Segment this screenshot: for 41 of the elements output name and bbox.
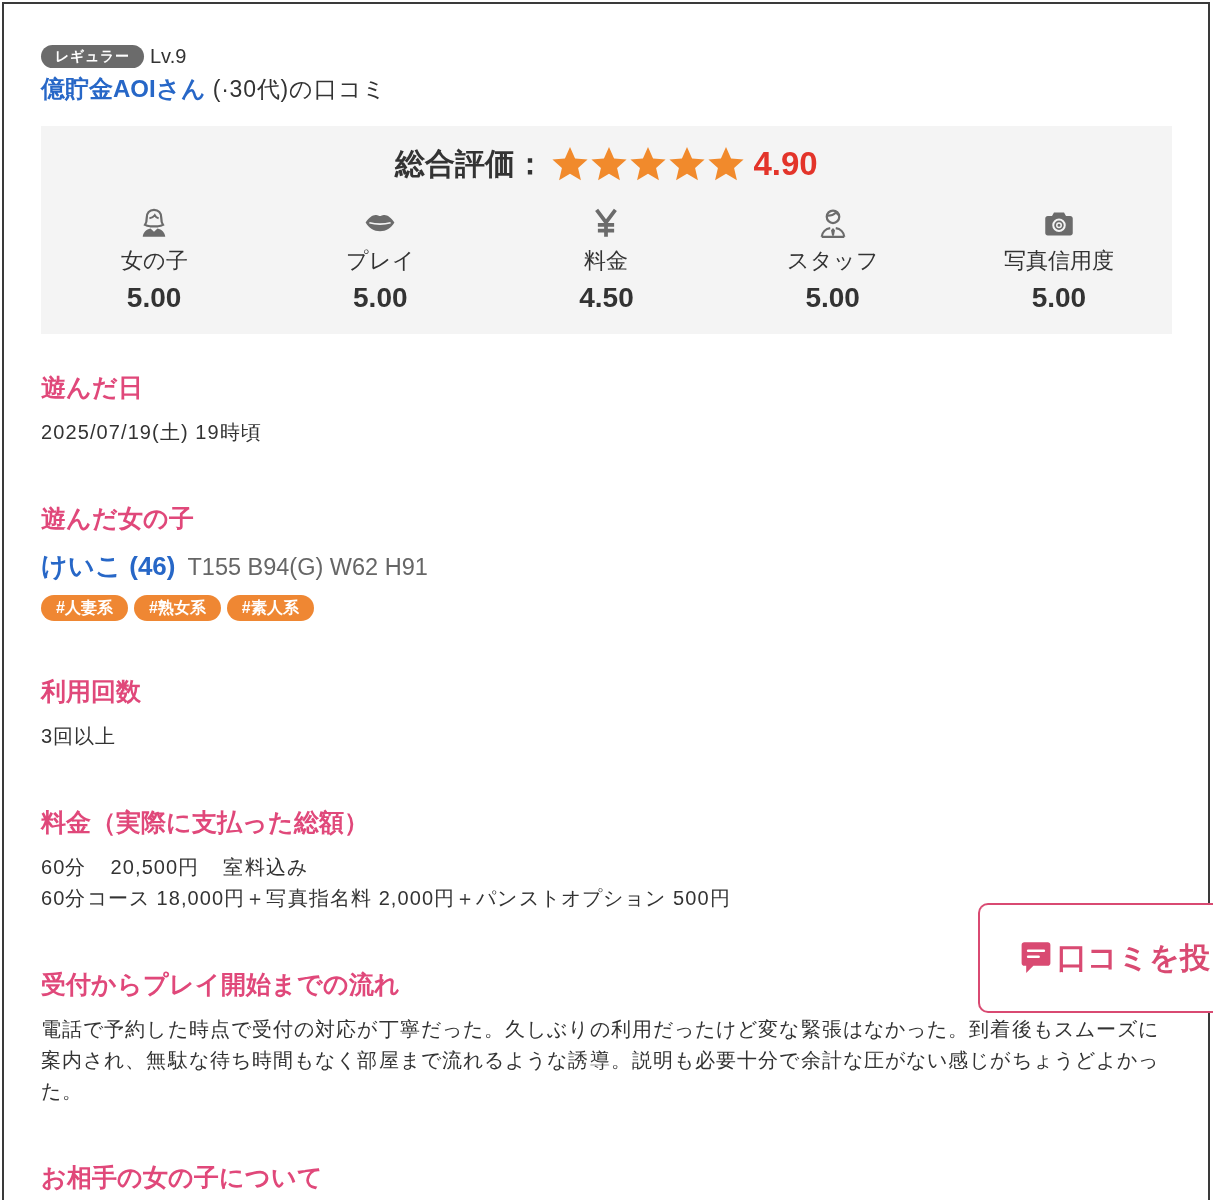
section-text: 3回以上 bbox=[41, 724, 117, 749]
category-label: スタッフ bbox=[786, 247, 879, 275]
reviewer-info-text: (·30代)の口コミ bbox=[212, 75, 388, 104]
comment-icon bbox=[1020, 941, 1052, 975]
section-heading: 料金（実際に支払った総額） bbox=[41, 807, 369, 838]
section-heading: お相手の女の子について bbox=[41, 1162, 323, 1193]
category-label: 料金 bbox=[584, 247, 629, 275]
level-text: Lv.9 bbox=[150, 45, 187, 68]
category-score: 5.00 bbox=[1031, 282, 1087, 314]
girl-name-link[interactable]: けいこ (46) bbox=[41, 548, 176, 584]
measurements-text: T155 B94(G) W62 H91 bbox=[187, 553, 428, 582]
section-text: 2025/07/19(土) 19時頃 bbox=[41, 420, 263, 445]
category-score: 5.00 bbox=[353, 282, 408, 314]
overall-rating-label: 総合評価： bbox=[395, 145, 546, 182]
price-detail-text: 20,500円 bbox=[110, 855, 200, 880]
section-heading: 受付からプレイ開始までの流れ bbox=[41, 969, 400, 1000]
tag-chip[interactable]: #素人系 bbox=[226, 595, 314, 621]
category-label: 女の子 bbox=[120, 247, 188, 275]
star-icon bbox=[707, 145, 746, 183]
review-paragraph: 電話で予約した時点で受付の対応が丁寧だった。久しぶりの利用だったけど変な緊張はなかった。到着後もスムーズに案内され、無駄な待ち時間もなく部屋まで流れるような誘導。説明も必要十分で余計な圧がない感じがちょうどよかった。 bbox=[41, 1017, 1161, 1104]
star-icon bbox=[551, 145, 590, 183]
tag-chip[interactable]: #人妻系 bbox=[41, 595, 128, 621]
tag-chip[interactable]: #熟女系 bbox=[133, 595, 221, 621]
section-heading: 遊んだ女の子 bbox=[41, 503, 194, 534]
star-icon bbox=[629, 145, 668, 183]
reviewer-name-link[interactable]: 億貯金AOIさん bbox=[41, 74, 206, 104]
category-score: 5.00 bbox=[126, 282, 182, 314]
rank-badge: レギュラー bbox=[41, 45, 144, 68]
star-icon bbox=[668, 145, 707, 183]
category-label: 写真信用度 bbox=[1003, 247, 1114, 275]
price-breakdown-text: 60分コース 18,000円＋写真指名料 2,000円＋パンストオプション 500円 bbox=[41, 886, 731, 911]
star-icon bbox=[590, 145, 629, 183]
post-review-button[interactable]: 口コミを投 bbox=[978, 903, 1213, 1013]
price-detail-text: 60分 bbox=[41, 855, 87, 880]
section-heading: 利用回数 bbox=[41, 676, 141, 707]
category-label: プレイ bbox=[345, 247, 415, 275]
category-score: 4.50 bbox=[579, 282, 634, 314]
category-score: 5.00 bbox=[805, 282, 860, 314]
section-heading: 遊んだ日 bbox=[41, 372, 143, 403]
overall-score: 4.90 bbox=[753, 145, 818, 183]
price-detail-text: 室料込み bbox=[223, 855, 308, 880]
